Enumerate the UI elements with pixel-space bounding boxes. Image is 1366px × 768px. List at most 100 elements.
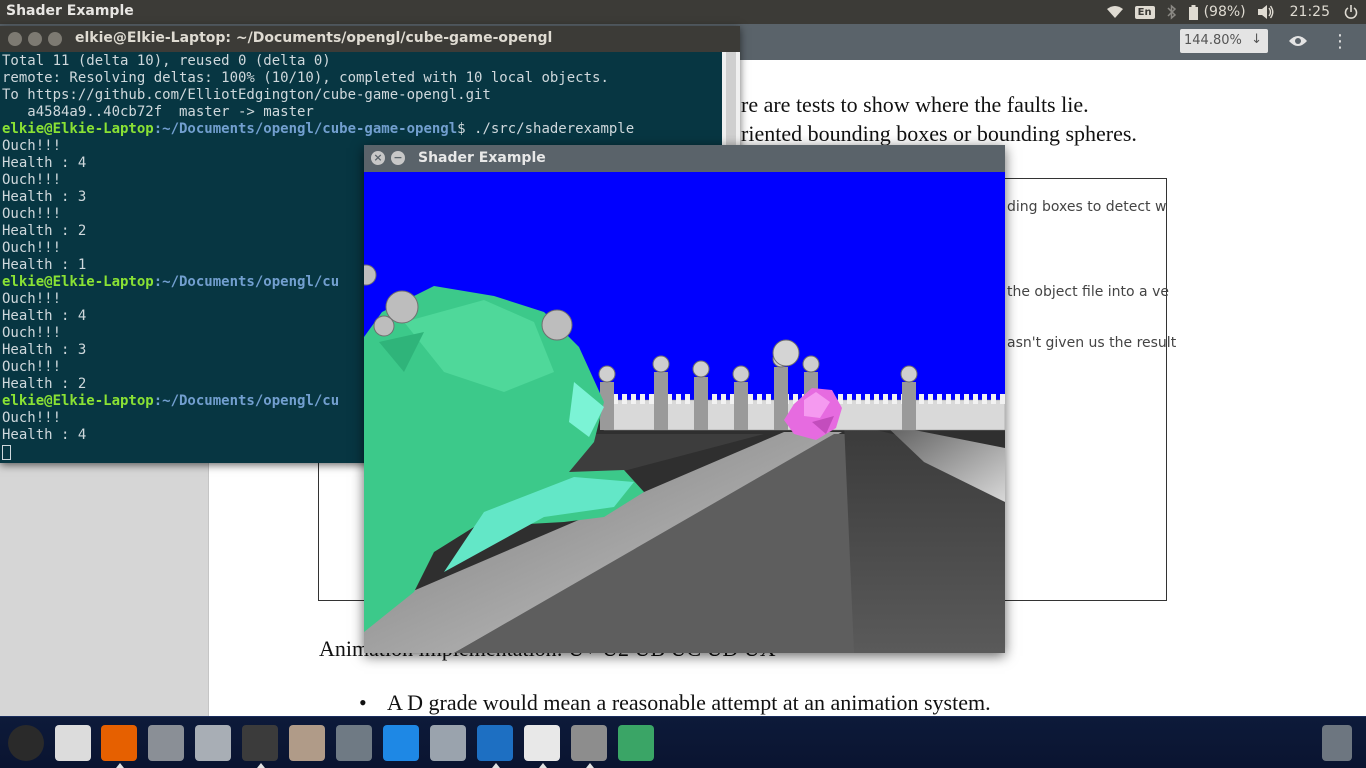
zoom-selector[interactable]: 144.80% ↓ bbox=[1180, 29, 1268, 53]
trash-icon[interactable] bbox=[1322, 725, 1352, 761]
shader-titlebar[interactable]: × − Shader Example bbox=[364, 145, 1005, 172]
volume-icon[interactable] bbox=[1252, 0, 1280, 24]
terminal-icon[interactable] bbox=[242, 725, 278, 768]
battlement bbox=[892, 394, 897, 404]
terminal-line: To https://github.com/ElliotEdgington/cu… bbox=[2, 87, 491, 103]
doc-bullet-text: A D grade would mean a reasonable attemp… bbox=[387, 690, 991, 715]
battlement bbox=[919, 394, 924, 404]
tower-orb bbox=[692, 360, 710, 378]
game-viewport[interactable] bbox=[364, 172, 1005, 653]
close-icon[interactable]: × bbox=[371, 151, 385, 165]
prompt-user: elkie@Elkie-Laptop bbox=[2, 121, 154, 137]
running-indicator bbox=[539, 763, 547, 768]
frame-line-2: the object file into a ve bbox=[1007, 284, 1169, 300]
wifi-icon[interactable] bbox=[1101, 0, 1129, 24]
atom-icon[interactable] bbox=[618, 725, 654, 761]
keyboard-layout-indicator[interactable]: En bbox=[1129, 0, 1161, 24]
battlement bbox=[982, 394, 987, 404]
zoom-dropdown-icon: ↓ bbox=[1251, 32, 1262, 47]
shader-example-window[interactable]: × − Shader Example bbox=[364, 145, 1005, 653]
terminal-cursor bbox=[2, 444, 11, 460]
terminal-line: remote: Resolving deltas: 100% (10/10), … bbox=[2, 70, 609, 86]
battlement bbox=[874, 394, 879, 404]
prompt-user: elkie@Elkie-Laptop bbox=[2, 274, 154, 290]
battlement bbox=[649, 394, 654, 404]
tower bbox=[694, 377, 708, 430]
battlement bbox=[937, 394, 942, 404]
archive-icon[interactable] bbox=[289, 725, 325, 761]
battery-icon bbox=[1188, 4, 1198, 20]
firefox-icon[interactable] bbox=[101, 725, 137, 768]
running-indicator bbox=[257, 763, 265, 768]
battlement bbox=[766, 394, 771, 404]
tower-orb bbox=[732, 365, 750, 383]
battlement bbox=[964, 394, 969, 404]
document-viewer-icon[interactable] bbox=[524, 725, 560, 768]
battlement bbox=[631, 394, 636, 404]
prompt-path: :~/Documents/opengl/cu bbox=[153, 393, 340, 409]
battlement bbox=[1000, 394, 1005, 404]
frame-line-3: asn't given us the result bbox=[1007, 335, 1177, 351]
tower bbox=[734, 382, 748, 430]
tower bbox=[902, 382, 916, 430]
minimize-icon[interactable]: − bbox=[391, 151, 405, 165]
prompt-path: :~/Documents/opengl/cube-game-opengl bbox=[153, 121, 458, 137]
tower bbox=[654, 372, 668, 430]
terminal-line: elkie@Elkie-Laptop:~/Documents/opengl/cu… bbox=[2, 121, 722, 138]
close-icon[interactable] bbox=[8, 32, 22, 46]
clock[interactable]: 21:25 bbox=[1280, 0, 1340, 24]
shader-window-title: Shader Example bbox=[418, 150, 546, 166]
software-updater-icon[interactable] bbox=[55, 725, 91, 761]
brackets-icon[interactable] bbox=[477, 725, 513, 768]
launcher-bar bbox=[0, 716, 1366, 768]
battlement bbox=[883, 394, 888, 404]
terminal-line: a4584a9..40cb72f master -> master bbox=[2, 104, 314, 120]
running-indicator bbox=[586, 763, 594, 768]
folder-grey-icon[interactable] bbox=[430, 725, 466, 761]
battlement bbox=[712, 394, 717, 404]
unknown-app-icon[interactable] bbox=[571, 725, 607, 768]
screenshot-icon[interactable] bbox=[336, 725, 372, 761]
running-indicator bbox=[116, 763, 124, 768]
terminal-title: elkie@Elkie-Laptop: ~/Documents/opengl/c… bbox=[75, 30, 553, 46]
tower-orb bbox=[900, 365, 918, 383]
files-icon[interactable] bbox=[195, 725, 231, 761]
maximize-icon[interactable] bbox=[48, 32, 62, 46]
doc-line-1: re are tests to show where the faults li… bbox=[741, 92, 1089, 117]
bluetooth-icon[interactable] bbox=[1161, 0, 1183, 24]
top-panel: Shader Example En (98%) 21:25 bbox=[0, 0, 1366, 24]
minimize-icon[interactable] bbox=[28, 32, 42, 46]
battlement bbox=[721, 394, 726, 404]
battery-indicator[interactable]: (98%) bbox=[1183, 0, 1252, 24]
battlement bbox=[847, 394, 852, 404]
battlement bbox=[622, 394, 627, 404]
terminal-line: Total 11 (delta 10), reused 0 (delta 0) bbox=[2, 53, 331, 69]
battlement bbox=[991, 394, 996, 404]
doc-bullet-marker: • bbox=[359, 690, 367, 715]
menu-kebab-icon[interactable]: ⋮ bbox=[1328, 30, 1352, 54]
tower-orb bbox=[598, 365, 616, 383]
tower-orb bbox=[772, 339, 800, 367]
folder-blue-icon[interactable] bbox=[383, 725, 419, 761]
tower-orb bbox=[652, 355, 670, 373]
battlement bbox=[973, 394, 978, 404]
ubuntu-dash-icon[interactable] bbox=[8, 725, 44, 761]
battlement bbox=[640, 394, 645, 404]
battlement bbox=[865, 394, 870, 404]
prompt-path: :~/Documents/opengl/cu bbox=[153, 274, 340, 290]
battery-percentage: (98%) bbox=[1203, 4, 1246, 20]
battlement bbox=[757, 394, 762, 404]
battlement bbox=[676, 394, 681, 404]
system-tray: En (98%) 21:25 bbox=[1101, 0, 1366, 24]
view-eye-icon[interactable] bbox=[1286, 30, 1310, 54]
battlement bbox=[856, 394, 861, 404]
prompt-user: elkie@Elkie-Laptop bbox=[2, 393, 154, 409]
zoom-value: 144.80% bbox=[1184, 33, 1242, 48]
terminal-titlebar[interactable]: elkie@Elkie-Laptop: ~/Documents/opengl/c… bbox=[0, 26, 740, 52]
battlement bbox=[685, 394, 690, 404]
system-settings-icon[interactable] bbox=[148, 725, 184, 761]
tower-orb bbox=[802, 355, 820, 373]
prompt-command: $ ./src/shaderexample bbox=[457, 121, 635, 137]
battlement bbox=[955, 394, 960, 404]
power-icon[interactable] bbox=[1340, 0, 1366, 24]
